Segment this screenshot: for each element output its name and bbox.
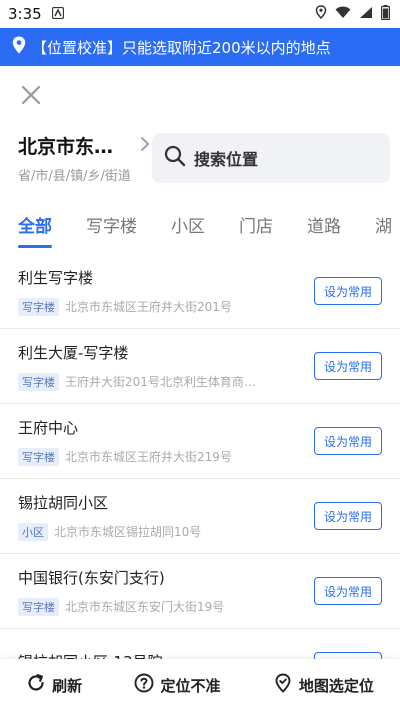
place-tag: 写字楼 <box>18 597 59 616</box>
map-select-location-button[interactable]: 地图选定位 <box>273 673 374 697</box>
place-address: 北京市东城区王府井大街201号 <box>65 300 232 314</box>
tab-all[interactable]: 全部 <box>18 196 52 252</box>
tab-lake[interactable]: 湖 <box>375 196 392 252</box>
status-bar: 3:35 <box>0 0 400 28</box>
search-icon <box>164 145 186 171</box>
list-item[interactable]: 利生写字楼 写字楼 北京市东城区王府井大街201号 设为常用 <box>0 254 400 329</box>
set-common-button[interactable]: 设为常用 <box>314 352 382 380</box>
place-tag: 写字楼 <box>18 297 59 316</box>
city-sub-label: 省/市/县/镇/乡/街道 <box>18 169 131 184</box>
refresh-label: 刷新 <box>52 676 83 695</box>
location-row: 北京市东… 省/市/县/镇/乡/街道 搜索位置 <box>0 128 400 188</box>
search-placeholder: 搜索位置 <box>194 150 259 169</box>
header <box>0 66 400 128</box>
notification-icon <box>51 5 64 23</box>
tab-residential[interactable]: 小区 <box>171 196 205 252</box>
place-address: 王府井大街201号北京利生体育商… <box>65 375 256 389</box>
place-list: 利生写字楼 写字楼 北京市东城区王府井大街201号 设为常用 利生大厦-写字楼 … <box>0 254 400 704</box>
place-tag: 小区 <box>18 522 48 541</box>
refresh-button[interactable]: 刷新 <box>26 673 82 697</box>
close-icon[interactable] <box>20 84 42 110</box>
search-input[interactable]: 搜索位置 <box>152 133 390 183</box>
chevron-right-icon <box>140 136 150 156</box>
tab-store[interactable]: 门店 <box>239 196 273 252</box>
city-selector[interactable]: 北京市东… 省/市/县/镇/乡/街道 <box>18 132 150 184</box>
place-title: 利生写字楼 <box>18 268 94 287</box>
map-select-location-label: 地图选定位 <box>298 676 374 695</box>
set-common-button[interactable]: 设为常用 <box>314 427 382 455</box>
signal-icon <box>359 5 373 23</box>
status-time: 3:35 <box>8 5 42 23</box>
place-title: 锡拉胡同小区 <box>18 493 109 512</box>
place-title: 王府中心 <box>18 418 79 437</box>
tab-office-building[interactable]: 写字楼 <box>86 196 137 252</box>
battery-icon <box>380 4 391 24</box>
banner-text: 【位置校准】只能选取附近200米以内的地点 <box>32 38 331 57</box>
place-tag: 写字楼 <box>18 372 59 391</box>
inaccurate-location-label: 定位不准 <box>160 676 221 695</box>
map-pin-check-icon <box>273 673 293 697</box>
wifi-icon <box>335 5 351 23</box>
place-address: 北京市东城区锡拉胡同10号 <box>54 525 202 539</box>
set-common-button[interactable]: 设为常用 <box>314 502 382 530</box>
location-pin-icon <box>12 36 26 58</box>
place-address: 北京市东城区王府井大街219号 <box>65 450 232 464</box>
place-title: 中国银行(东安门支行) <box>18 568 165 587</box>
bottom-action-bar: 刷新 定位不准 地图选定位 <box>0 659 400 711</box>
set-common-button[interactable]: 设为常用 <box>314 277 382 305</box>
set-common-button[interactable]: 设为常用 <box>314 577 382 605</box>
place-tag: 写字楼 <box>18 447 59 466</box>
inaccurate-location-button[interactable]: 定位不准 <box>134 673 221 697</box>
tab-road[interactable]: 道路 <box>307 196 341 252</box>
location-status-icon <box>315 5 327 23</box>
place-title: 利生大厦-写字楼 <box>18 343 129 362</box>
place-address: 北京市东城区东安门大街19号 <box>65 600 225 614</box>
question-circle-icon <box>134 673 154 697</box>
list-item[interactable]: 王府中心 写字楼 北京市东城区王府井大街219号 设为常用 <box>0 404 400 479</box>
list-item[interactable]: 利生大厦-写字楼 写字楼 王府井大街201号北京利生体育商… 设为常用 <box>0 329 400 404</box>
list-item[interactable]: 锡拉胡同小区 小区 北京市东城区锡拉胡同10号 设为常用 <box>0 479 400 554</box>
refresh-icon <box>26 673 46 697</box>
city-name: 北京市东… <box>18 136 114 158</box>
list-item[interactable]: 中国银行(东安门支行) 写字楼 北京市东城区东安门大街19号 设为常用 <box>0 554 400 629</box>
category-tabs: 全部 写字楼 小区 门店 道路 湖 <box>0 196 400 252</box>
position-calibration-banner: 【位置校准】只能选取附近200米以内的地点 <box>0 28 400 66</box>
